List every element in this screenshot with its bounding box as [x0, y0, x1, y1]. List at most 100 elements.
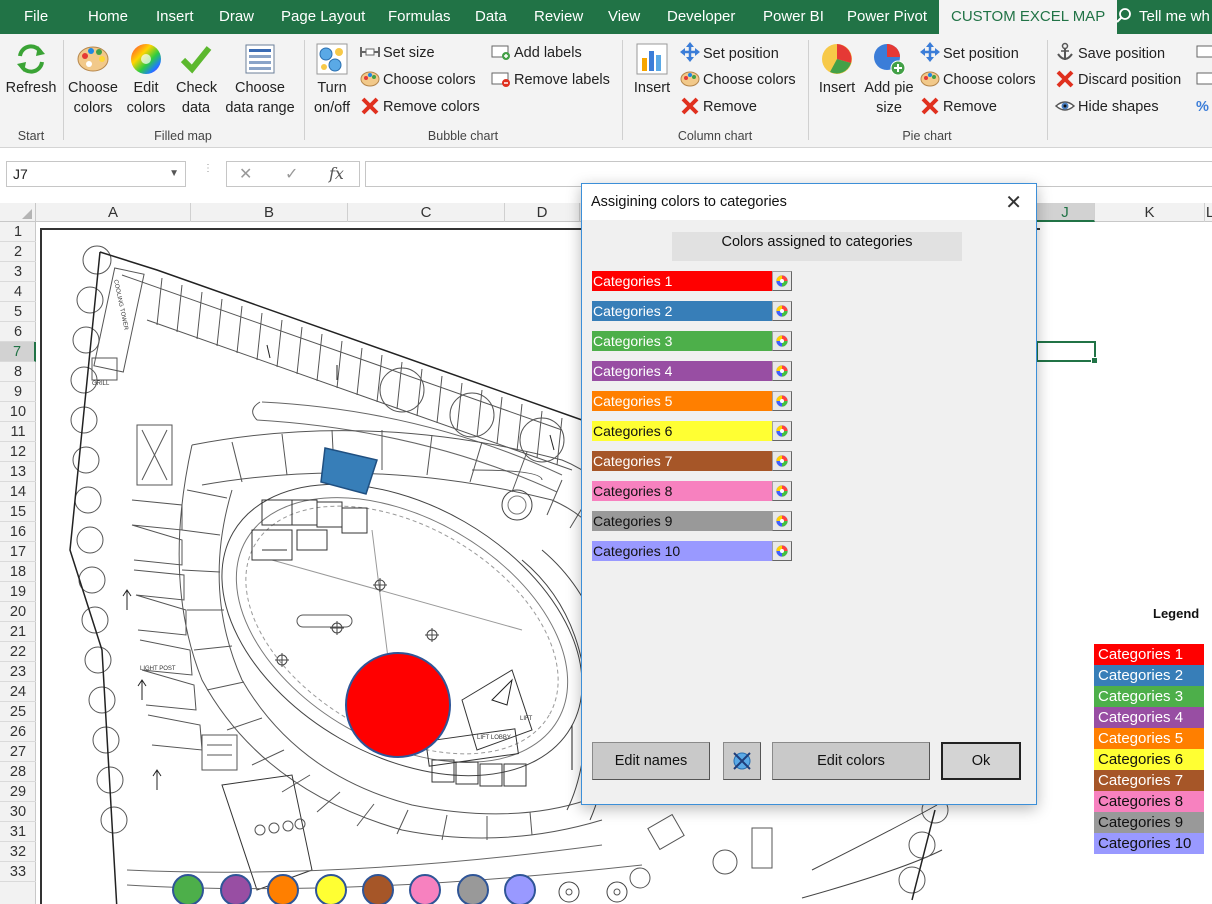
row-header-30[interactable]: 30	[0, 802, 36, 822]
tab-insert[interactable]: Insert	[156, 0, 194, 34]
clipped-ribbon-button-1[interactable]	[1196, 42, 1212, 64]
column-header-c[interactable]: C	[348, 203, 505, 222]
bubble-choose-colors-button[interactable]: Choose colors	[360, 69, 476, 91]
bubble-remove-colors-button[interactable]: Remove colors	[360, 96, 480, 118]
bubble-pink[interactable]	[409, 874, 441, 904]
row-header-5[interactable]: 5	[0, 302, 36, 322]
column-choose-colors-button[interactable]: Choose colors	[680, 69, 796, 91]
confirm-icon[interactable]: ✓	[285, 164, 298, 184]
row-header-3[interactable]: 3	[0, 262, 36, 282]
discard-position-button[interactable]: Discard position	[1055, 69, 1181, 91]
column-header-j[interactable]: J	[1036, 203, 1095, 222]
pie-insert-button[interactable]: Insert	[812, 42, 862, 98]
bubble-gray[interactable]	[457, 874, 489, 904]
row-header-24[interactable]: 24	[0, 682, 36, 702]
row-header-33[interactable]: 33	[0, 862, 36, 882]
column-header-a[interactable]: A	[36, 203, 191, 222]
pie-remove-button[interactable]: Remove	[920, 96, 997, 118]
pick-color-button[interactable]	[772, 481, 792, 501]
row-header-13[interactable]: 13	[0, 462, 36, 482]
tell-me-box[interactable]: Tell me wh	[1115, 0, 1210, 34]
tab-home[interactable]: Home	[88, 0, 128, 34]
drag-handle-icon[interactable]: ⋮	[203, 164, 213, 174]
clipped-ribbon-button-3[interactable]: %	[1196, 96, 1212, 118]
row-header-2[interactable]: 2	[0, 242, 36, 262]
edit-colors-button[interactable]: Edit colors	[121, 42, 171, 118]
hide-shapes-button[interactable]: Hide shapes	[1054, 96, 1159, 118]
bubble-yellow[interactable]	[315, 874, 347, 904]
row-header-4[interactable]: 4	[0, 282, 36, 302]
column-header-l[interactable]: L	[1205, 203, 1212, 222]
row-header-25[interactable]: 25	[0, 702, 36, 722]
row-header-9[interactable]: 9	[0, 382, 36, 402]
tab-custom-excel-map[interactable]: CUSTOM EXCEL MAP	[939, 0, 1118, 34]
filled-map-choose-colors-button[interactable]: Choose colors	[66, 42, 120, 118]
row-header-32[interactable]: 32	[0, 842, 36, 862]
pick-color-button[interactable]	[772, 271, 792, 291]
tab-file[interactable]: File	[24, 0, 48, 34]
pie-choose-colors-button[interactable]: Choose colors	[920, 69, 1036, 91]
remove-labels-button[interactable]: Remove labels	[491, 69, 610, 91]
pick-color-button[interactable]	[772, 541, 792, 561]
pick-color-button[interactable]	[772, 511, 792, 531]
edit-colors-dialog-button[interactable]: Edit colors	[772, 742, 930, 780]
row-header-12[interactable]: 12	[0, 442, 36, 462]
name-box[interactable]: J7 ▼	[6, 161, 186, 187]
choose-data-range-button[interactable]: Choose data range	[221, 42, 299, 118]
row-header-6[interactable]: 6	[0, 322, 36, 342]
row-header-8[interactable]: 8	[0, 362, 36, 382]
column-insert-button[interactable]: Insert	[627, 42, 677, 98]
row-header-10[interactable]: 10	[0, 402, 36, 422]
cancel-icon[interactable]: ✕	[239, 164, 252, 184]
column-remove-button[interactable]: Remove	[680, 96, 757, 118]
tab-draw[interactable]: Draw	[219, 0, 254, 34]
row-header-23[interactable]: 23	[0, 662, 36, 682]
bubble-purple[interactable]	[220, 874, 252, 904]
row-header-20[interactable]: 20	[0, 602, 36, 622]
row-header-1[interactable]: 1	[0, 222, 36, 242]
row-header-31[interactable]: 31	[0, 822, 36, 842]
row-header-7[interactable]: 7	[0, 342, 36, 362]
row-header-17[interactable]: 17	[0, 542, 36, 562]
column-set-position-button[interactable]: Set position	[680, 42, 779, 64]
row-header-14[interactable]: 14	[0, 482, 36, 502]
tab-formulas[interactable]: Formulas	[388, 0, 451, 34]
pick-color-button[interactable]	[772, 391, 792, 411]
bubble-brown[interactable]	[362, 874, 394, 904]
tab-power-pivot[interactable]: Power Pivot	[847, 0, 927, 34]
bubble-green[interactable]	[172, 874, 204, 904]
pick-color-button[interactable]	[772, 451, 792, 471]
row-header-15[interactable]: 15	[0, 502, 36, 522]
close-icon[interactable]: ✕	[1005, 190, 1022, 215]
row-header-27[interactable]: 27	[0, 742, 36, 762]
ok-button[interactable]: Ok	[941, 742, 1021, 780]
column-header-d[interactable]: D	[505, 203, 580, 222]
row-header-21[interactable]: 21	[0, 622, 36, 642]
column-header-b[interactable]: B	[191, 203, 348, 222]
edit-names-button[interactable]: Edit names	[592, 742, 710, 780]
set-size-button[interactable]: Set size	[360, 42, 435, 64]
clear-colors-button[interactable]	[723, 742, 761, 780]
row-header-11[interactable]: 11	[0, 422, 36, 442]
row-header-28[interactable]: 28	[0, 762, 36, 782]
tab-data[interactable]: Data	[475, 0, 507, 34]
check-data-button[interactable]: Check data	[172, 42, 220, 118]
chevron-down-icon[interactable]: ▼	[169, 162, 179, 186]
selected-cell-j7[interactable]	[1036, 341, 1098, 364]
row-header-16[interactable]: 16	[0, 522, 36, 542]
pick-color-button[interactable]	[772, 361, 792, 381]
pick-color-button[interactable]	[772, 331, 792, 351]
row-header-29[interactable]: 29	[0, 782, 36, 802]
bubble-orange[interactable]	[267, 874, 299, 904]
tab-power-bi[interactable]: Power BI	[763, 0, 824, 34]
tab-page-layout[interactable]: Page Layout	[281, 0, 365, 34]
save-position-button[interactable]: Save position	[1055, 42, 1165, 64]
clipped-ribbon-button-2[interactable]	[1196, 69, 1212, 91]
row-header-22[interactable]: 22	[0, 642, 36, 662]
column-header-k[interactable]: K	[1095, 203, 1205, 222]
refresh-button[interactable]: Refresh	[4, 42, 58, 98]
pick-color-button[interactable]	[772, 301, 792, 321]
bubble-lavender[interactable]	[504, 874, 536, 904]
tab-developer[interactable]: Developer	[667, 0, 735, 34]
row-header-18[interactable]: 18	[0, 562, 36, 582]
